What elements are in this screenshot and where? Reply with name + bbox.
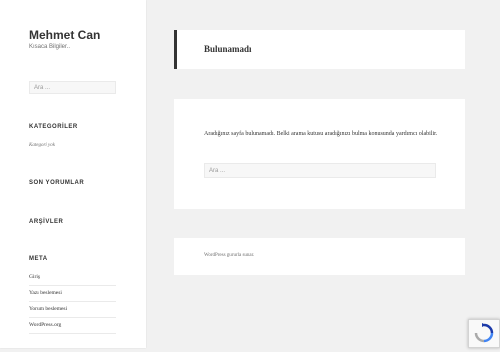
footer-credit-link[interactable]: WordPress gururla sunar. [204, 253, 254, 258]
meta-link-entries-feed[interactable]: Yazı beslemesi [29, 286, 116, 302]
categories-widget-title: KATEGORİLER [29, 124, 78, 130]
categories-empty-text: Kategori yok [29, 143, 55, 148]
recaptcha-badge[interactable] [468, 319, 500, 348]
page-header-card: Bulunamadı [174, 30, 465, 69]
page-title: Bulunamadı [204, 44, 252, 54]
archives-widget-title: ARŞİVLER [29, 219, 64, 225]
site-title-link[interactable]: Mehmet Can [29, 28, 100, 42]
header-accent-bar [174, 30, 177, 69]
recaptcha-icon [474, 323, 494, 343]
sidebar: Mehmet Can Kısaca Bilgiler.. Ara ... KAT… [0, 0, 146, 348]
site-description: Kısaca Bilgiler.. [29, 44, 71, 50]
sidebar-search-input[interactable]: Ara ... [29, 81, 116, 94]
recent-comments-widget-title: SON YORUMLAR [29, 180, 85, 186]
meta-widget-title: META [29, 256, 48, 262]
scrollbar[interactable] [494, 0, 500, 348]
main-search-input[interactable]: Ara ... [204, 163, 436, 178]
meta-list: Giriş Yazı beslemesi Yorum beslemesi Wor… [29, 270, 116, 334]
not-found-message: Aradığınız sayfa bulunamadı. Belki arama… [204, 131, 438, 137]
site-footer: WordPress gururla sunar. [174, 238, 465, 275]
meta-link-wordpress-org[interactable]: WordPress.org [29, 318, 116, 334]
meta-link-login[interactable]: Giriş [29, 270, 116, 286]
meta-link-comments-feed[interactable]: Yorum beslemesi [29, 302, 116, 318]
content-card: Aradığınız sayfa bulunamadı. Belki arama… [174, 99, 465, 209]
